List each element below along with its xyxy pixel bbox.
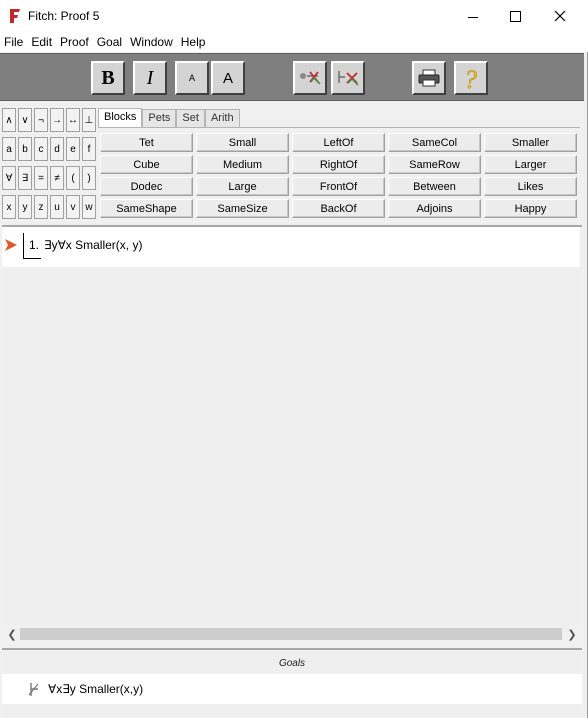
pred-happy[interactable]: Happy <box>484 199 577 218</box>
pred-larger[interactable]: Larger <box>484 155 577 174</box>
key-iff[interactable]: ↔ <box>66 108 80 132</box>
cite-support-icon <box>338 71 359 86</box>
key-z[interactable]: z <box>34 195 48 219</box>
key-x[interactable]: x <box>2 195 16 219</box>
goals-header: Goals <box>2 652 582 674</box>
predicate-panel: Tet Small LeftOf SameCol Smaller Cube Me… <box>98 127 580 221</box>
bold-button[interactable]: B <box>91 61 125 95</box>
pred-samerow[interactable]: SameRow <box>388 155 481 174</box>
key-v[interactable]: v <box>66 195 80 219</box>
svg-text:?: ? <box>464 65 477 91</box>
tab-set[interactable]: Set <box>176 109 205 128</box>
pred-smaller[interactable]: Smaller <box>484 133 577 152</box>
larger-font-button[interactable]: A <box>211 61 245 95</box>
smaller-font-button[interactable]: A <box>175 61 209 95</box>
key-exists[interactable]: ∃ <box>18 166 32 190</box>
check-rule-icon <box>300 71 321 85</box>
pred-adjoins[interactable]: Adjoins <box>388 199 481 218</box>
pred-rightof[interactable]: RightOf <box>292 155 385 174</box>
tab-arith[interactable]: Arith <box>204 109 240 128</box>
key-d[interactable]: d <box>50 137 64 161</box>
step-number: 1. <box>29 238 40 252</box>
print-button[interactable] <box>412 61 446 95</box>
pred-likes[interactable]: Likes <box>484 177 577 196</box>
key-equals[interactable]: = <box>34 166 48 190</box>
pred-cube[interactable]: Cube <box>100 155 193 174</box>
maximize-button[interactable] <box>492 0 538 32</box>
question-mark-icon: ? <box>464 65 478 91</box>
scroll-right-arrow-icon[interactable]: ❯ <box>564 626 580 642</box>
proof-area[interactable]: 1. ∃y∀x Smaller(x, y) <box>2 225 582 628</box>
menu-bar: File Edit Proof Goal Window Help <box>0 32 588 52</box>
pred-between[interactable]: Between <box>388 177 481 196</box>
scroll-left-arrow-icon[interactable]: ❮ <box>4 626 20 642</box>
predicate-tabs: Blocks Pets Set Arith <box>98 108 240 128</box>
horizontal-scrollbar[interactable]: ❮ ❯ <box>2 626 582 642</box>
goals-divider[interactable] <box>2 648 582 650</box>
goals-list: ∀x∃y Smaller(x,y) <box>2 674 582 704</box>
key-b[interactable]: b <box>18 137 32 161</box>
key-u[interactable]: u <box>50 195 64 219</box>
tab-blocks[interactable]: Blocks <box>98 108 143 128</box>
pred-samecol[interactable]: SameCol <box>388 133 481 152</box>
key-not-equals[interactable]: ≠ <box>50 166 64 190</box>
pred-backof[interactable]: BackOf <box>292 199 385 218</box>
printer-icon <box>418 69 440 87</box>
scrollbar-thumb[interactable] <box>20 628 562 640</box>
menu-window[interactable]: Window <box>126 32 177 52</box>
key-a[interactable]: a <box>2 137 16 161</box>
pred-sameshape[interactable]: SameShape <box>100 199 193 218</box>
key-or[interactable]: ∨ <box>18 108 32 132</box>
maximize-icon <box>509 10 521 22</box>
play-arrow-icon <box>5 239 17 251</box>
tab-pets[interactable]: Pets <box>142 109 177 128</box>
key-f[interactable]: f <box>82 137 96 161</box>
key-implies[interactable]: → <box>50 108 64 132</box>
menu-edit[interactable]: Edit <box>27 32 56 52</box>
pred-samesize[interactable]: SameSize <box>196 199 289 218</box>
key-close-paren[interactable]: ) <box>82 166 96 190</box>
pred-medium[interactable]: Medium <box>196 155 289 174</box>
goal-formula[interactable]: ∀x∃y Smaller(x,y) <box>48 682 143 696</box>
toolbar: B I A A ? <box>0 53 584 101</box>
key-e[interactable]: e <box>66 137 80 161</box>
window-title: Fitch: Proof 5 <box>28 9 100 23</box>
key-y[interactable]: y <box>18 195 32 219</box>
step-formula[interactable]: ∃y∀x Smaller(x, y) <box>44 238 142 252</box>
help-button[interactable]: ? <box>454 61 488 95</box>
turnstile-icon <box>28 683 39 696</box>
check-rule-button[interactable] <box>293 61 327 95</box>
symbol-keypad: ∧ ∨ ¬ → ↔ ⊥ a b c d e f ∀ ∃ = ≠ ( ) x y … <box>0 104 98 220</box>
menu-proof[interactable]: Proof <box>56 32 93 52</box>
pred-leftof[interactable]: LeftOf <box>292 133 385 152</box>
pred-dodec[interactable]: Dodec <box>100 177 193 196</box>
key-and[interactable]: ∧ <box>2 108 16 132</box>
pred-tet[interactable]: Tet <box>100 133 193 152</box>
italic-button[interactable]: I <box>133 61 167 95</box>
key-c[interactable]: c <box>34 137 48 161</box>
minimize-button[interactable] <box>450 0 496 32</box>
close-button[interactable] <box>537 0 583 32</box>
fitch-window: Fitch: Proof 5 File Edit Proof Goal Wind… <box>0 0 588 718</box>
pred-large[interactable]: Large <box>196 177 289 196</box>
menu-file[interactable]: File <box>0 32 27 52</box>
pred-frontof[interactable]: FrontOf <box>292 177 385 196</box>
close-icon <box>554 10 566 22</box>
fitch-logo-icon <box>10 9 20 23</box>
key-bottom[interactable]: ⊥ <box>82 108 96 132</box>
menu-help[interactable]: Help <box>177 32 210 52</box>
key-forall[interactable]: ∀ <box>2 166 16 190</box>
key-not[interactable]: ¬ <box>34 108 48 132</box>
menu-goal[interactable]: Goal <box>93 32 126 52</box>
title-bar: Fitch: Proof 5 <box>0 0 588 32</box>
key-w[interactable]: w <box>82 195 96 219</box>
proof-step[interactable]: 1. ∃y∀x Smaller(x, y) <box>2 227 580 267</box>
cite-support-button[interactable] <box>331 61 365 95</box>
goals-footer <box>2 704 582 718</box>
pred-small[interactable]: Small <box>196 133 289 152</box>
minimize-icon <box>468 16 478 18</box>
key-open-paren[interactable]: ( <box>66 166 80 190</box>
